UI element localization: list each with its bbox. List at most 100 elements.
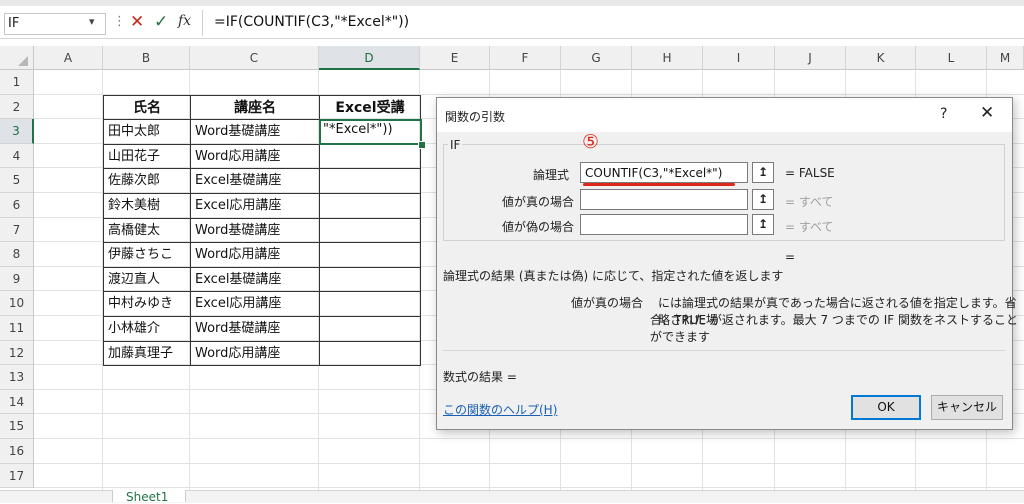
row-header-10[interactable]: 10 xyxy=(0,291,34,316)
table-header-cell[interactable]: Excel受講 xyxy=(319,94,421,121)
gridline-row xyxy=(34,487,1024,489)
ribbon-edge xyxy=(0,0,1024,6)
row-header-17[interactable]: 17 xyxy=(0,463,34,489)
name-cell[interactable]: 中村みゆき xyxy=(103,291,191,317)
formula-bar-divider xyxy=(202,10,203,36)
column-header-a[interactable]: A xyxy=(34,46,103,70)
course-cell[interactable]: Excel基礎講座 xyxy=(190,266,320,293)
column-header-d[interactable]: D xyxy=(319,46,420,70)
table-header-cell[interactable]: 講座名 xyxy=(190,94,320,121)
row-header-9[interactable]: 9 xyxy=(0,266,34,292)
row-header-16[interactable]: 16 xyxy=(0,439,34,464)
insert-function-icon[interactable]: fx xyxy=(178,13,191,29)
row-header-11[interactable]: 11 xyxy=(0,316,34,341)
row-header-15[interactable]: 15 xyxy=(0,414,34,439)
cancel-button[interactable]: キャンセル xyxy=(931,395,1003,420)
name-cell[interactable]: 小林雄介 xyxy=(103,316,191,342)
excel-attendance-cell[interactable] xyxy=(319,217,421,244)
row-header-8[interactable]: 8 xyxy=(0,242,34,267)
excel-attendance-cell[interactable] xyxy=(319,242,421,268)
column-header-j[interactable]: J xyxy=(775,46,846,70)
name-cell[interactable]: 渡辺直人 xyxy=(103,266,191,293)
excel-attendance-cell[interactable] xyxy=(319,193,421,219)
course-cell[interactable]: Word応用講座 xyxy=(190,242,320,268)
name-cell[interactable]: 鈴木美樹 xyxy=(103,193,191,219)
dialog-title: 関数の引数 xyxy=(445,110,506,124)
collapse-ref-icon[interactable]: ↥ xyxy=(752,189,774,210)
column-header-g[interactable]: G xyxy=(561,46,632,70)
course-cell[interactable]: Excel基礎講座 xyxy=(190,168,320,194)
name-cell[interactable]: 伊藤さちこ xyxy=(103,242,191,268)
function-description: 論理式の結果 (真または偽) に応じて、指定された値を返します xyxy=(443,269,784,283)
course-cell[interactable]: Word応用講座 xyxy=(190,143,320,170)
name-cell[interactable]: 加藤真理子 xyxy=(103,340,191,367)
chevron-down-icon[interactable]: ▾ xyxy=(89,15,95,28)
cancel-icon[interactable]: ✕ xyxy=(130,12,144,32)
function-help-link[interactable]: この関数のヘルプ(H) xyxy=(443,401,557,418)
name-cell[interactable]: 田中太郎 xyxy=(103,119,191,145)
dialog-titlebar[interactable] xyxy=(437,98,1012,132)
value-if-false-result: = すべて xyxy=(785,220,834,234)
course-cell[interactable]: Excel応用講座 xyxy=(190,193,320,219)
arg-label-value-if-false: 値が偽の場合 xyxy=(501,220,574,234)
column-header-b[interactable]: B xyxy=(103,46,190,70)
arg-label-value-if-true: 値が真の場合 xyxy=(501,195,574,209)
logical-test-result: = FALSE xyxy=(785,166,835,180)
row-header-2[interactable]: 2 xyxy=(0,94,34,120)
arg-label-logical-test: 論理式 xyxy=(532,168,569,182)
collapse-ref-icon[interactable]: ↥ xyxy=(752,162,774,183)
gridline-row xyxy=(34,462,1024,464)
column-header-k[interactable]: K xyxy=(846,46,916,70)
fill-handle[interactable] xyxy=(418,141,426,149)
table-header-cell[interactable]: 氏名 xyxy=(103,94,191,121)
sheet-tab-label: Sheet1 xyxy=(126,490,169,504)
course-cell[interactable]: Word基礎講座 xyxy=(190,119,320,145)
column-header-m[interactable]: M xyxy=(987,46,1024,70)
column-header-e[interactable]: E xyxy=(420,46,490,70)
course-cell[interactable]: Word基礎講座 xyxy=(190,316,320,342)
column-header-h[interactable]: H xyxy=(632,46,703,70)
value-if-true-result: = すべて xyxy=(785,195,834,209)
column-header-l[interactable]: L xyxy=(916,46,987,70)
row-header-12[interactable]: 12 xyxy=(0,340,34,366)
name-cell[interactable]: 高橋健太 xyxy=(103,217,191,244)
ok-button[interactable]: OK xyxy=(851,395,921,420)
row-header-13[interactable]: 13 xyxy=(0,365,34,390)
value-if-false-input[interactable] xyxy=(580,214,748,235)
collapse-ref-icon[interactable]: ↥ xyxy=(752,214,774,235)
excel-attendance-cell[interactable] xyxy=(319,168,421,194)
gridline-row xyxy=(34,438,1024,439)
column-header-c[interactable]: C xyxy=(190,46,319,70)
step-marker: ⑤ xyxy=(582,131,600,153)
row-header-7[interactable]: 7 xyxy=(0,217,34,243)
excel-attendance-cell[interactable] xyxy=(319,316,421,342)
row-header-1[interactable]: 1 xyxy=(0,70,34,95)
help-question-icon[interactable]: ? xyxy=(940,106,947,122)
name-cell[interactable]: 佐藤次郎 xyxy=(103,168,191,194)
formula-bar-grip: ⋮ xyxy=(113,14,126,29)
course-cell[interactable]: Word応用講座 xyxy=(190,340,320,367)
excel-attendance-cell[interactable] xyxy=(319,266,421,293)
value-if-true-input[interactable] xyxy=(580,189,748,210)
course-cell[interactable]: Excel応用講座 xyxy=(190,291,320,317)
active-cell-text: "*Excel*")) xyxy=(323,122,393,137)
name-cell[interactable]: 山田花子 xyxy=(103,143,191,170)
argument-description-label: 値が真の場合 xyxy=(571,296,644,310)
row-header-3[interactable]: 3 xyxy=(0,119,34,144)
excel-attendance-cell[interactable] xyxy=(319,291,421,317)
row-header-14[interactable]: 14 xyxy=(0,389,34,415)
row-header-6[interactable]: 6 xyxy=(0,193,34,218)
enter-check-icon[interactable]: ✓ xyxy=(154,12,168,32)
course-cell[interactable]: Word基礎講座 xyxy=(190,217,320,244)
row-header-4[interactable]: 4 xyxy=(0,143,34,169)
select-all-triangle xyxy=(18,56,28,66)
excel-attendance-cell[interactable] xyxy=(319,143,421,170)
column-header-i[interactable]: I xyxy=(703,46,775,70)
excel-attendance-cell[interactable] xyxy=(319,340,421,367)
close-icon[interactable]: ✕ xyxy=(980,103,994,123)
logical-test-value: COUNTIF(C3,"*Excel*") xyxy=(585,166,723,180)
select-all-corner[interactable] xyxy=(0,46,34,70)
row-header-5[interactable]: 5 xyxy=(0,168,34,193)
column-header-f[interactable]: F xyxy=(490,46,561,70)
formula-input[interactable]: =IF(COUNTIF(C3,"*Excel*")) xyxy=(214,14,409,30)
